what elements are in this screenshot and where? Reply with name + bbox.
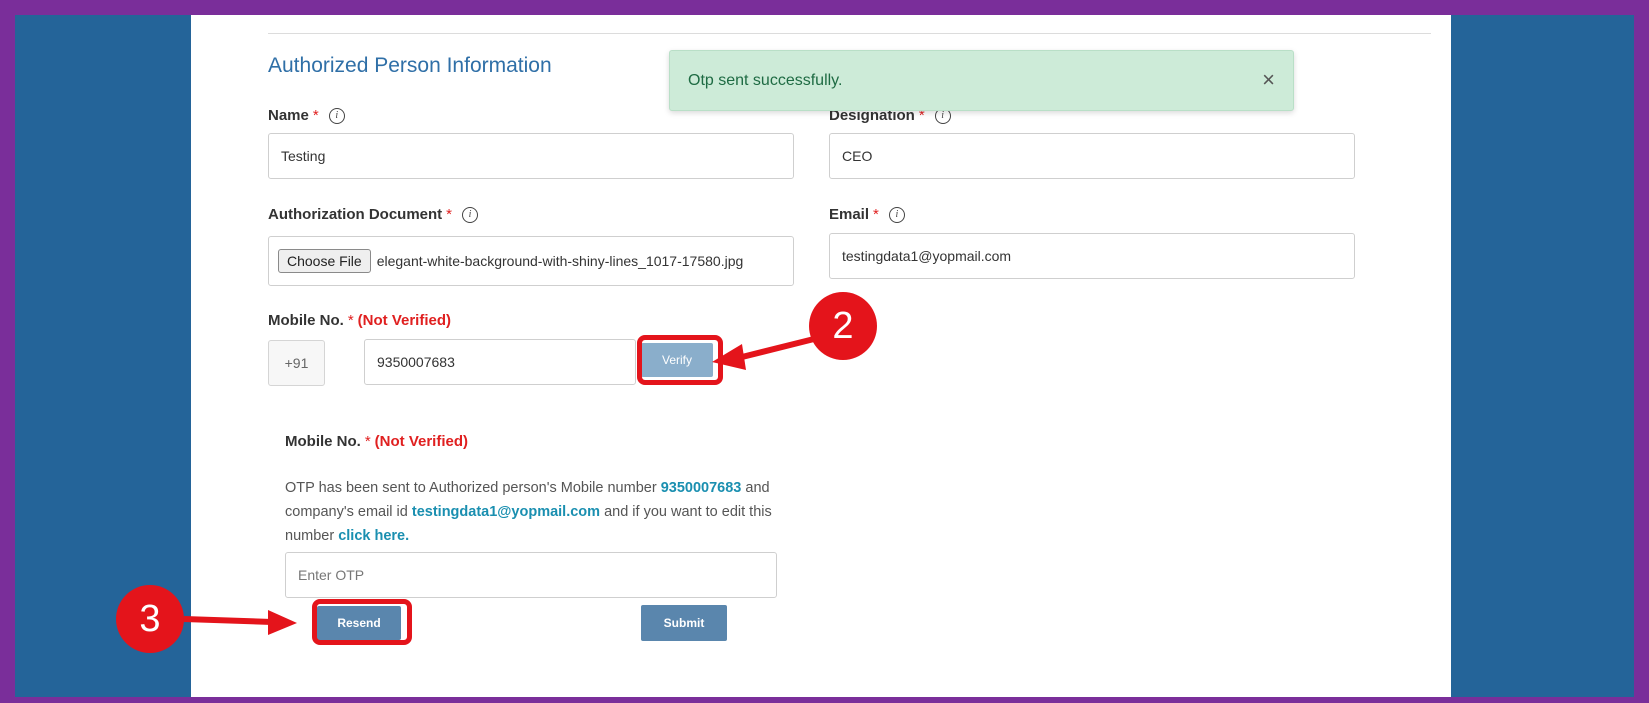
step-3-arrow xyxy=(183,610,297,635)
